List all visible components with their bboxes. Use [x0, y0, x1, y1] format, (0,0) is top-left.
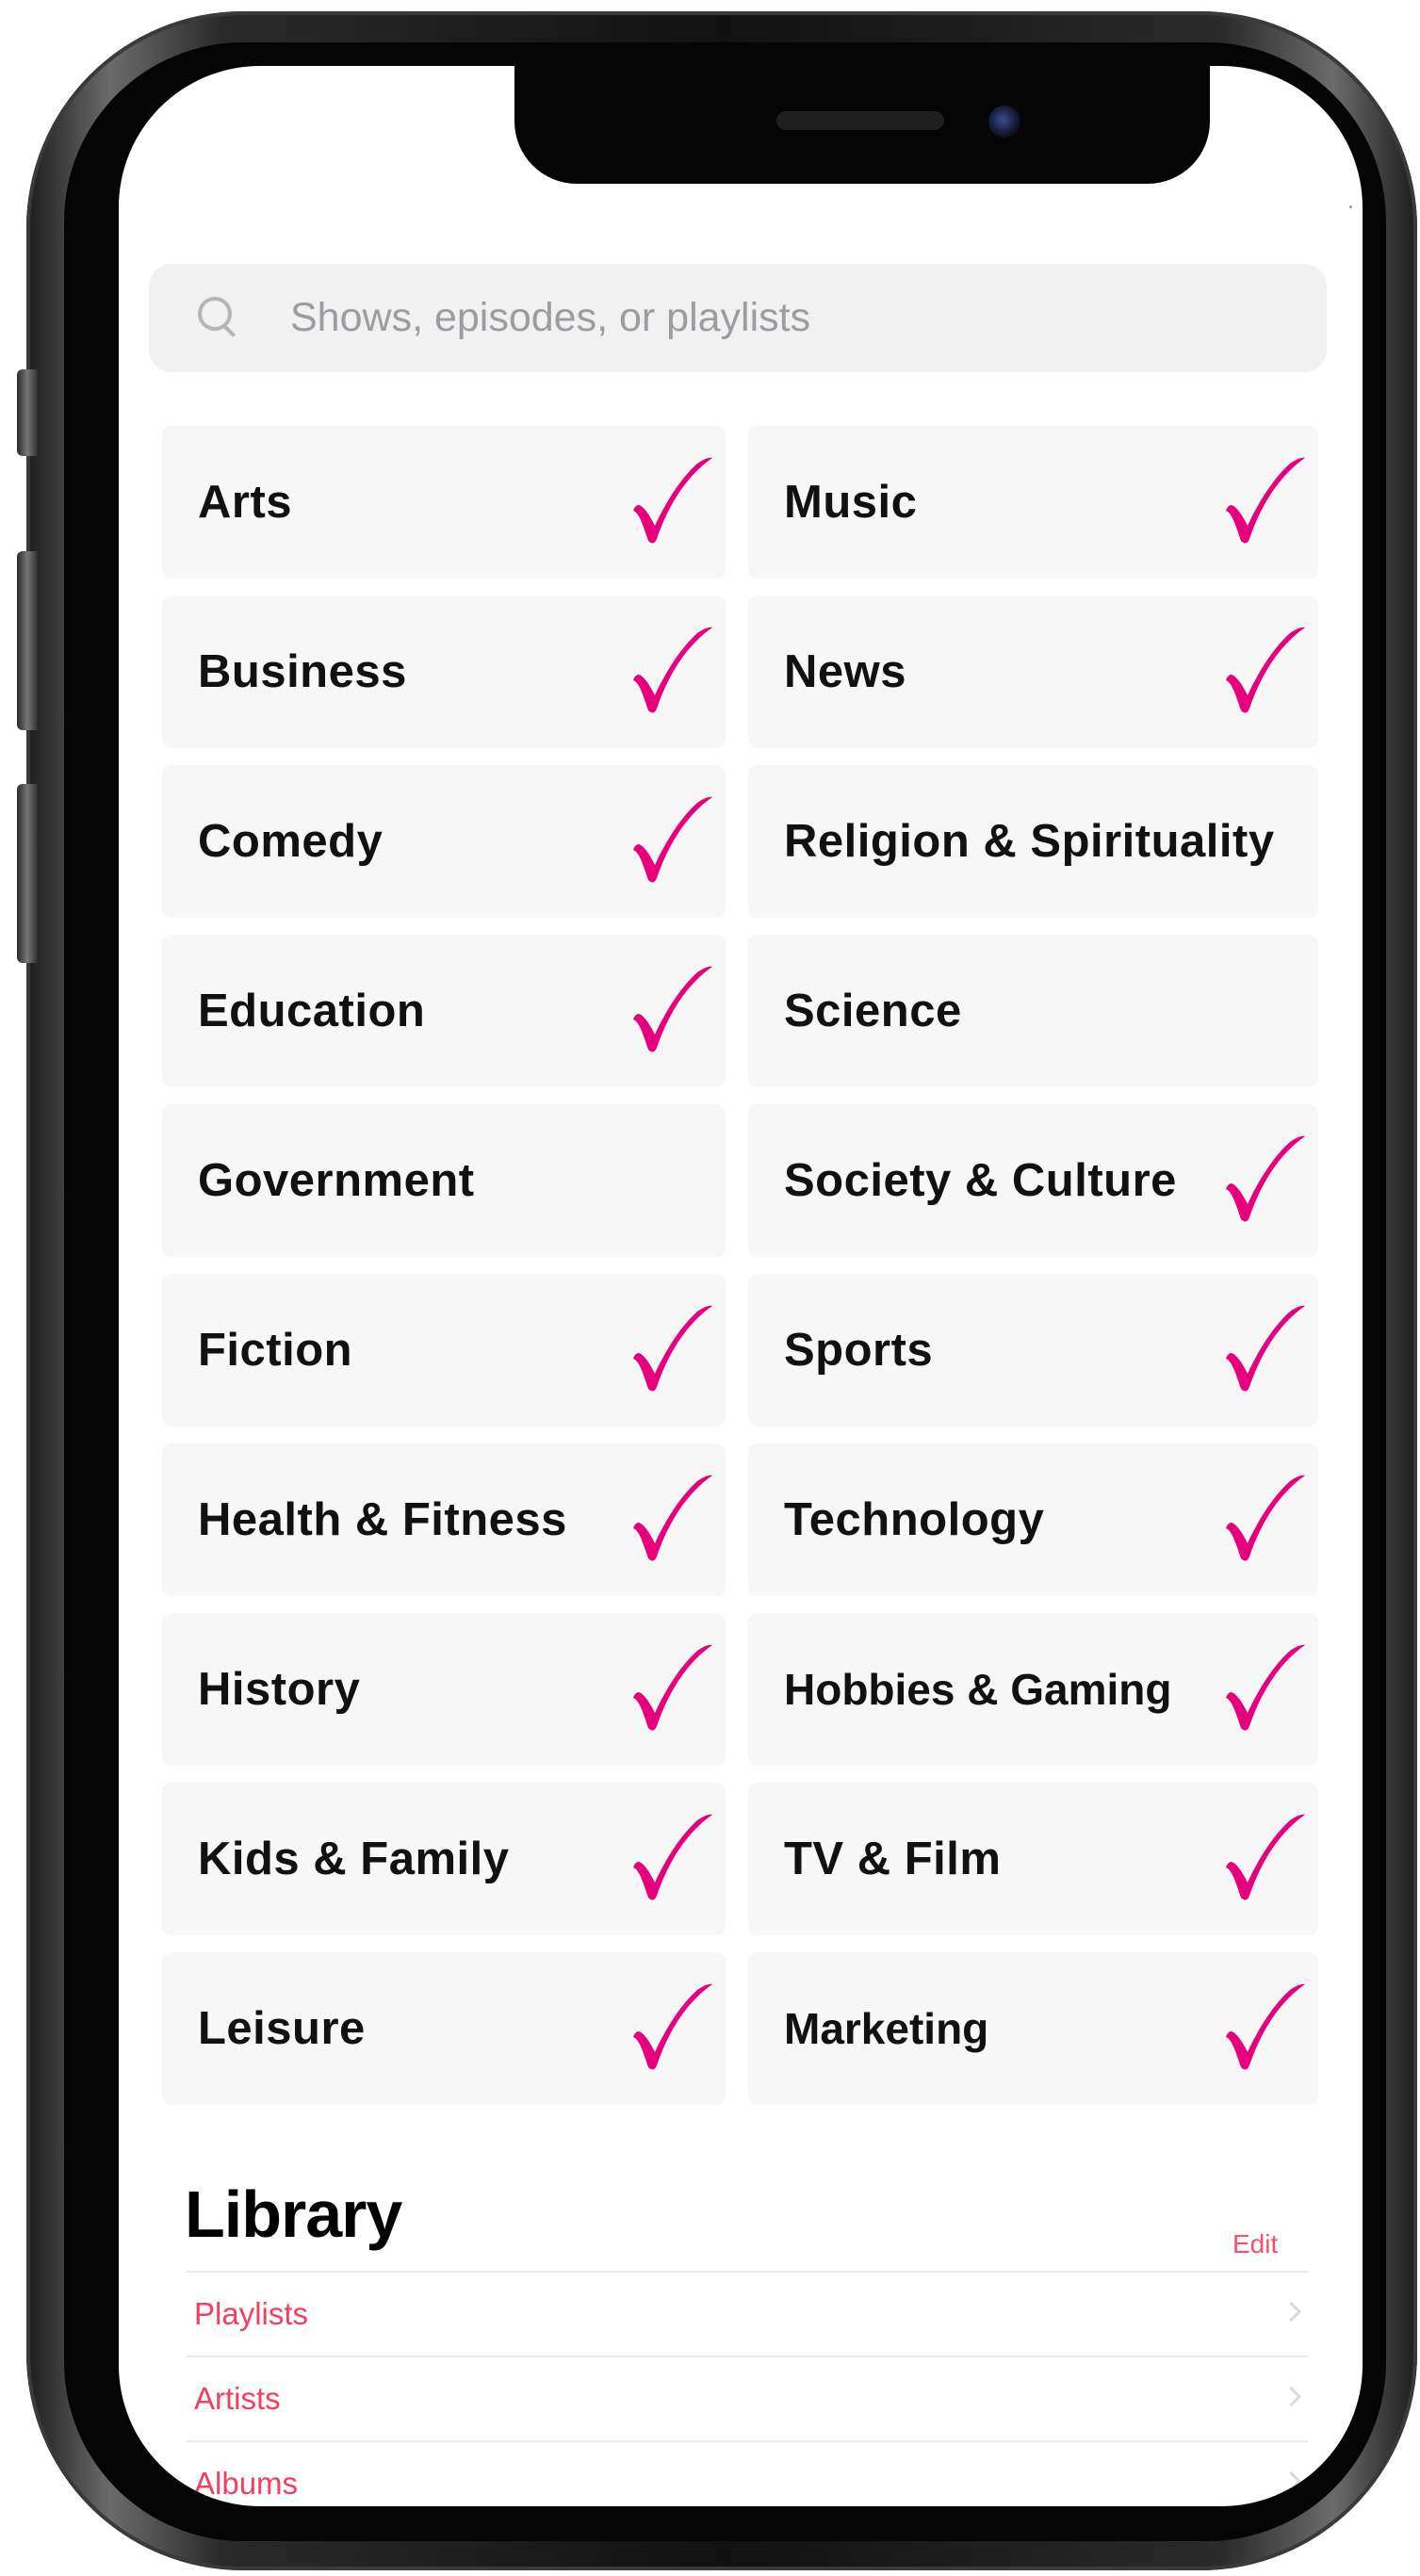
checkmark-icon [633, 966, 712, 1052]
search-icon [198, 296, 241, 340]
category-tile-marketing[interactable]: Marketing [748, 1952, 1318, 2105]
volume-up-button [17, 551, 38, 730]
category-label: Science [784, 986, 962, 1036]
category-tile-music[interactable]: Music [748, 426, 1318, 579]
category-tile-technology[interactable]: Technology [748, 1443, 1318, 1596]
category-label: Technology [784, 1494, 1045, 1545]
category-tile-kids-family[interactable]: Kids & Family [162, 1783, 726, 1935]
checkmark-icon [633, 1644, 712, 1731]
checkmark-icon [633, 1475, 712, 1561]
category-label: Education [198, 986, 426, 1036]
library-list: Playlists Artists Albums [187, 2229, 1308, 2506]
category-label: Music [784, 477, 918, 528]
category-label: Comedy [198, 816, 384, 867]
category-tile-hobbies-gaming[interactable]: Hobbies & Gaming [748, 1613, 1318, 1766]
category-label: Kids & Family [198, 1834, 510, 1884]
category-tile-fiction[interactable]: Fiction [162, 1274, 726, 1427]
checkmark-icon [633, 1305, 712, 1392]
earpiece-speaker [776, 111, 944, 130]
library-item-playlists[interactable]: Playlists [187, 2271, 1308, 2356]
volume-down-button [17, 784, 38, 963]
category-label: History [198, 1664, 361, 1715]
checkmark-icon [633, 627, 712, 713]
checkmark-icon [633, 457, 712, 544]
category-grid: Arts Music Business News Comedy Religion… [162, 426, 1332, 2105]
category-label: Sports [784, 1325, 934, 1376]
category-tile-sports[interactable]: Sports [748, 1274, 1318, 1427]
category-label: Hobbies & Gaming [784, 1665, 1172, 1714]
library-item-label: Playlists [194, 2296, 309, 2331]
category-tile-education[interactable]: Education [162, 935, 726, 1087]
checkmark-icon [633, 1983, 712, 2070]
checkmark-icon [1226, 1305, 1305, 1392]
category-label: Fiction [198, 1325, 353, 1376]
checkmark-icon [1226, 1814, 1305, 1900]
category-tile-health-fitness[interactable]: Health & Fitness [162, 1443, 726, 1596]
checkmark-icon [1226, 1983, 1305, 2070]
category-label: Arts [198, 477, 293, 528]
category-tile-religion-spirituality[interactable]: Religion & Spirituality [748, 765, 1318, 918]
checkmark-icon [633, 796, 712, 883]
status-dot [1349, 205, 1352, 208]
category-label: Health & Fitness [198, 1494, 567, 1545]
chevron-right-icon [1281, 2301, 1302, 2323]
chevron-right-icon [1281, 2386, 1302, 2407]
category-label: Religion & Spirituality [784, 816, 1275, 867]
category-label: TV & Film [784, 1834, 1002, 1884]
category-tile-comedy[interactable]: Comedy [162, 765, 726, 918]
category-label: Business [198, 646, 407, 697]
front-camera-icon [988, 106, 1020, 138]
checkmark-icon [1226, 457, 1305, 544]
library-item-label: Albums [194, 2466, 299, 2501]
chevron-right-icon [1281, 2470, 1302, 2492]
checkmark-icon [1226, 1644, 1305, 1731]
library-item-artists[interactable]: Artists [187, 2356, 1308, 2440]
category-tile-society-culture[interactable]: Society & Culture [748, 1104, 1318, 1257]
category-tile-science[interactable]: Science [748, 935, 1318, 1087]
category-tile-tv-film[interactable]: TV & Film [748, 1783, 1318, 1935]
category-tile-arts[interactable]: Arts [162, 426, 726, 579]
category-label: Society & Culture [784, 1155, 1177, 1206]
checkmark-icon [1226, 627, 1305, 713]
library-item-label: Artists [194, 2381, 281, 2416]
checkmark-icon [633, 1814, 712, 1900]
library-item-albums[interactable]: Albums [187, 2440, 1308, 2506]
checkmark-icon [1226, 1475, 1305, 1561]
mute-switch [17, 369, 38, 456]
category-tile-news[interactable]: News [748, 595, 1318, 748]
category-label: Government [198, 1155, 475, 1206]
category-tile-government[interactable]: Government [162, 1104, 726, 1257]
category-tile-leisure[interactable]: Leisure [162, 1952, 726, 2105]
phone-screen: Arts Music Business News Comedy Religion… [119, 66, 1363, 2506]
category-tile-business[interactable]: Business [162, 595, 726, 748]
search-bar[interactable] [149, 264, 1327, 372]
category-label: News [784, 646, 907, 697]
checkmark-icon [1226, 1135, 1305, 1222]
category-label: Marketing [784, 2004, 989, 2053]
search-input[interactable] [288, 294, 1140, 342]
category-label: Leisure [198, 2003, 366, 2054]
notch [514, 66, 1210, 184]
category-tile-history[interactable]: History [162, 1613, 726, 1766]
